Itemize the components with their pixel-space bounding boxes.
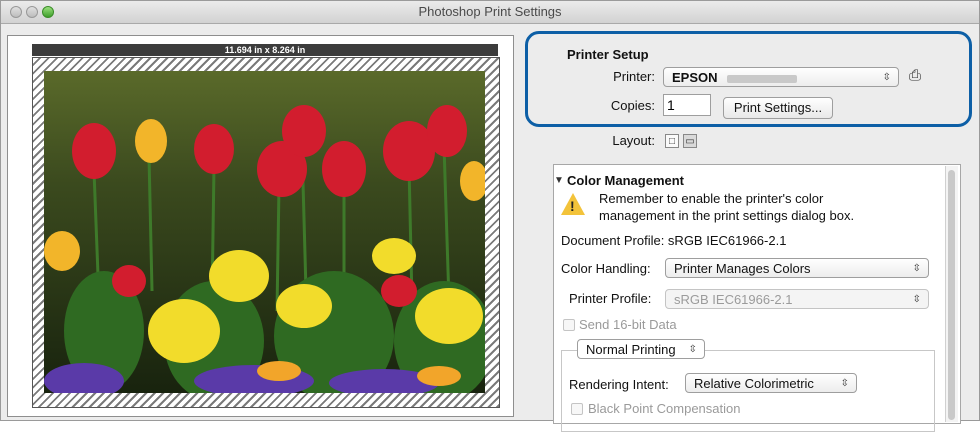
preview-image (44, 71, 485, 393)
paper-dimensions-label: 11.694 in x 8.264 in (32, 44, 498, 56)
paper-preview (32, 57, 500, 408)
rendering-intent-label: Rendering Intent: (569, 377, 669, 392)
popup-arrows-icon: ⇳ (912, 263, 921, 274)
print-preview-pane: 11.694 in x 8.264 in (7, 35, 514, 417)
warning-text-line1: Remember to enable the printer's color (599, 191, 824, 206)
warning-text-line2: management in the print settings dialog … (599, 208, 855, 223)
normal-printing-select[interactable]: Normal Printing ⇳ (577, 339, 705, 359)
printer-profile-value: sRGB IEC61966-2.1 (674, 292, 793, 307)
printer-profile-select: sRGB IEC61966-2.1 ⇳ (665, 289, 929, 309)
color-management-heading[interactable]: Color Management (567, 173, 684, 188)
warning-exclamation: ! (570, 198, 575, 214)
title-bar: Photoshop Print Settings (1, 1, 979, 24)
send-16-bit-checkbox (563, 319, 575, 331)
scrollbar-thumb[interactable] (948, 170, 955, 420)
portrait-layout-icon[interactable]: □ (665, 134, 679, 148)
black-point-compensation-checkbox (571, 403, 583, 415)
popup-arrows-icon: ⇳ (840, 378, 849, 389)
panel-scrollbar[interactable] (945, 166, 958, 422)
print-settings-window: Photoshop Print Settings 11.694 in x 8.2… (0, 0, 980, 432)
printer-profile-label: Printer Profile: (569, 291, 652, 306)
disclosure-triangle-icon[interactable]: ▼ (554, 175, 564, 186)
window-title: Photoshop Print Settings (418, 4, 562, 19)
rendering-intent-select[interactable]: Relative Colorimetric ⇳ (685, 373, 857, 393)
send-16-bit-label: Send 16-bit Data (579, 317, 677, 332)
normal-printing-value: Normal Printing (586, 342, 676, 357)
color-handling-value: Printer Manages Colors (674, 261, 811, 276)
landscape-layout-icon[interactable]: ▭ (683, 134, 697, 148)
layout-label: Layout: (612, 133, 655, 148)
document-profile-text: Document Profile: sRGB IEC61966-2.1 (561, 233, 787, 248)
printer-setup-highlight-frame (525, 31, 972, 127)
rendering-intent-value: Relative Colorimetric (694, 376, 814, 391)
popup-arrows-icon: ⇳ (688, 344, 697, 355)
black-point-compensation-label: Black Point Compensation (588, 401, 741, 416)
color-handling-label: Color Handling: (561, 261, 651, 276)
color-handling-select[interactable]: Printer Manages Colors ⇳ (665, 258, 929, 278)
popup-arrows-icon: ⇳ (912, 294, 921, 305)
